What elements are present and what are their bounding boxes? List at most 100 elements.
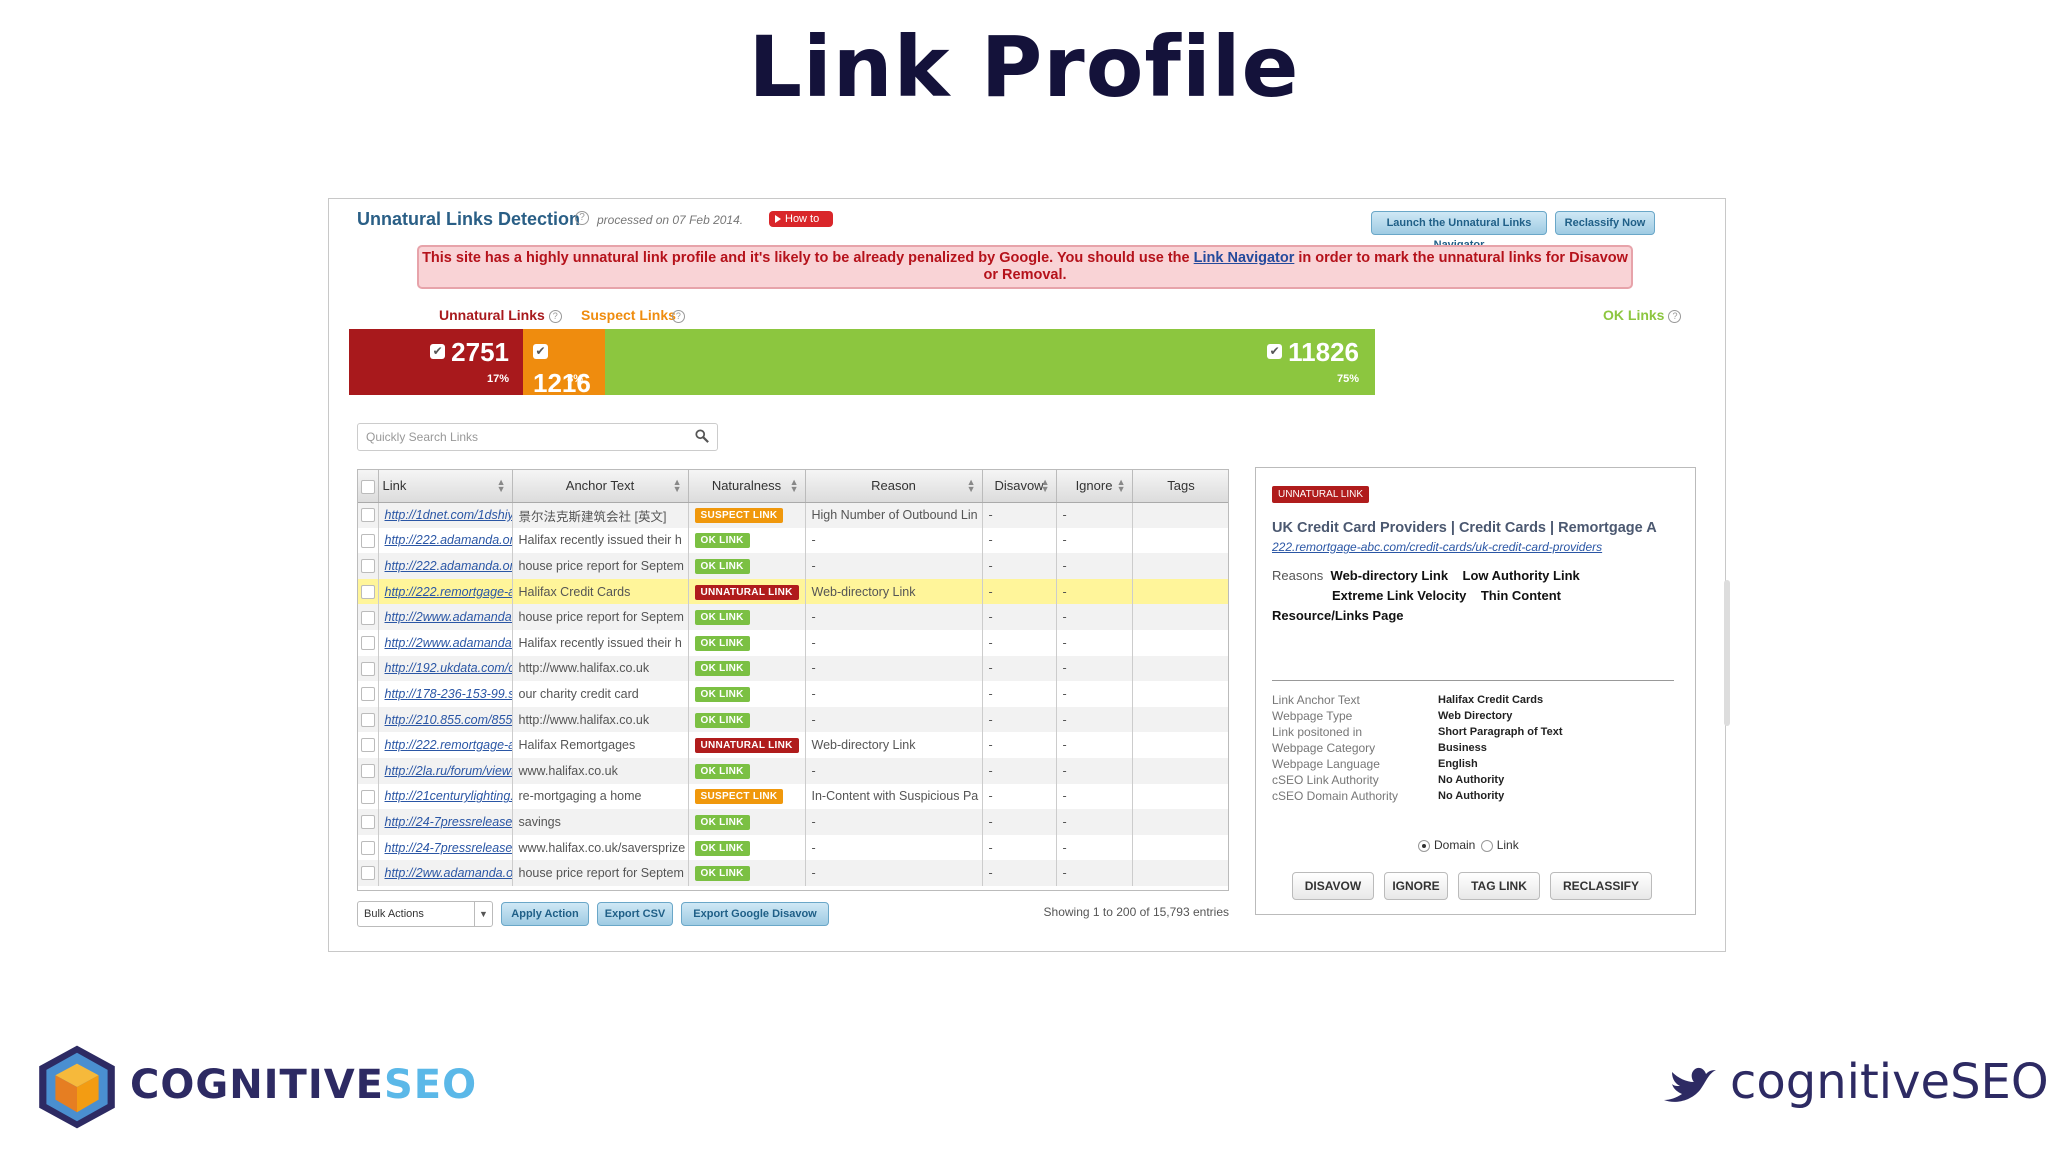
row-checkbox[interactable] [360, 636, 375, 651]
table-row[interactable]: http://2ww.adamanda.org/exhouse price re… [358, 860, 1228, 886]
table-row[interactable]: http://2www.adamanda.org/iHalifax recent… [358, 629, 1228, 656]
row-anchor-text: house price report for Septem [512, 553, 689, 579]
checkbox-icon[interactable]: ✔ [533, 343, 548, 359]
suspect-links-label: Suspect Links? [581, 307, 685, 323]
row-checkbox[interactable] [360, 764, 375, 779]
table-row[interactable]: http://222.adamanda.org/infchouse price … [358, 553, 1228, 579]
row-checkbox[interactable] [360, 661, 375, 676]
reclassify-now-button[interactable]: Reclassify Now [1555, 211, 1655, 235]
table-row[interactable]: http://210.855.com/8550237http://www.hal… [358, 706, 1228, 733]
col-disavow[interactable]: Disavow ▲ ▼ [982, 470, 1057, 503]
table-row[interactable]: http://222.adamanda.org/infcHalifax rece… [358, 527, 1228, 554]
suspect-links-bar[interactable]: ✔1216 8% [523, 329, 605, 398]
col-tags[interactable]: Tags [1132, 470, 1228, 503]
reason-item: Low Authority Link [1462, 568, 1580, 583]
row-checkbox[interactable] [360, 840, 375, 855]
table-row[interactable]: http://178-236-153-99.serverour charity … [358, 681, 1228, 707]
table-row[interactable]: http://192.ukdata.com/compahttp://www.ha… [358, 655, 1228, 682]
scrollbar[interactable] [1724, 580, 1730, 726]
row-link[interactable]: http://21centurylighting.com [378, 783, 513, 810]
col-link[interactable]: Link ▲ ▼ [378, 470, 513, 503]
row-checkbox[interactable] [360, 508, 375, 523]
row-link[interactable]: http://1dnet.com/1dshiyongc [378, 502, 513, 528]
row-link[interactable]: http://24-7pressrelease.com [378, 809, 513, 835]
help-icon[interactable]: ? [1668, 309, 1682, 323]
info-value: No Authority [1438, 774, 1505, 786]
ok-links-bar[interactable]: ✔ 11826 75% [605, 329, 1375, 395]
search-input[interactable]: Quickly Search Links [357, 423, 718, 451]
row-link[interactable]: http://24-7pressrelease.com [378, 834, 513, 861]
help-icon[interactable]: ? [671, 309, 685, 323]
apply-action-button[interactable]: Apply Action [501, 902, 589, 926]
row-cell: OK LINK [688, 809, 806, 835]
col-reason[interactable]: Reason ▲ ▼ [805, 470, 983, 503]
select-all-checkbox[interactable] [358, 470, 379, 503]
naturalness-badge: OK LINK [694, 610, 750, 626]
row-checkbox[interactable] [360, 559, 375, 574]
naturalness-badge: OK LINK [694, 712, 750, 728]
table-row[interactable]: http://2la.ru/forum/viewtopic.www.halifa… [358, 757, 1228, 784]
launch-navigator-button[interactable]: Launch the Unnatural Links Navigator [1371, 211, 1547, 251]
info-key: Webpage Category [1272, 741, 1376, 755]
col-anchor-text[interactable]: Anchor Text ▲ ▼ [512, 470, 689, 503]
table-row[interactable]: http://1dnet.com/1dshiyongc景尔法克斯建筑会社 [英文… [358, 502, 1228, 528]
detail-info-row: cSEO Link Authority No Authority [1272, 772, 1562, 788]
table-row[interactable]: http://2www.adamanda.org/ihouse price re… [358, 604, 1228, 630]
link-navigator-link[interactable]: Link Navigator [1194, 250, 1295, 266]
row-link[interactable]: http://222.adamanda.org/infc [378, 527, 513, 554]
detail-url-link[interactable]: 222.remortgage-abc.com/credit-cards/uk-c… [1272, 540, 1602, 554]
table-row[interactable]: http://24-7pressrelease.comwww.halifax.c… [358, 834, 1228, 861]
row-link[interactable]: http://2la.ru/forum/viewtopic. [378, 757, 513, 784]
row-link[interactable]: http://222.remortgage-abc.cc [378, 732, 513, 758]
row-checkbox[interactable] [360, 584, 375, 599]
naturalness-badge: OK LINK [694, 661, 750, 677]
naturalness-badge: OK LINK [694, 866, 750, 882]
row-checkbox[interactable] [360, 610, 375, 625]
export-csv-button[interactable]: Export CSV [597, 902, 673, 926]
row-checkbox[interactable] [360, 533, 375, 548]
checkbox-icon[interactable]: ✔ [430, 343, 446, 359]
row-cell [358, 706, 379, 733]
row-link[interactable]: http://210.855.com/8550237 [378, 706, 513, 733]
col-naturalness[interactable]: Naturalness ▲ ▼ [688, 470, 806, 503]
row-anchor-text: our charity credit card [512, 681, 689, 707]
row-checkbox[interactable] [360, 815, 375, 830]
row-link[interactable]: http://2www.adamanda.org/i [378, 629, 513, 656]
info-key: cSEO Link Authority [1272, 773, 1379, 787]
unnatural-links-bar[interactable]: ✔ 2751 17% [349, 329, 523, 395]
row-link[interactable]: http://2www.adamanda.org/i [378, 604, 513, 630]
row-checkbox[interactable] [360, 738, 375, 753]
row-link[interactable]: http://192.ukdata.com/compa [378, 655, 513, 682]
export-disavow-button[interactable]: Export Google Disavow [681, 902, 829, 926]
row-anchor-text: 景尔法克斯建筑会社 [英文] [512, 502, 689, 528]
row-link[interactable]: http://222.remortgage-abc.cc [378, 578, 513, 605]
row-checkbox[interactable] [360, 687, 375, 702]
help-icon[interactable]: ? [575, 211, 589, 225]
help-icon[interactable]: ? [548, 309, 562, 323]
row-ignore: - [1056, 860, 1133, 886]
checkbox-icon[interactable]: ✔ [1267, 343, 1283, 359]
row-checkbox[interactable] [360, 712, 375, 727]
radio-link[interactable] [1480, 839, 1493, 852]
row-link[interactable]: http://2ww.adamanda.org/ex [378, 860, 513, 886]
row-checkbox[interactable] [360, 866, 375, 881]
tag-link-button[interactable]: TAG LINK [1458, 872, 1540, 900]
row-link[interactable]: http://222.adamanda.org/infc [378, 553, 513, 579]
bulk-actions-select[interactable]: Bulk Actions ▼ [357, 901, 493, 927]
bird-icon [1664, 1067, 1716, 1102]
radio-domain[interactable] [1418, 839, 1430, 852]
row-link[interactable]: http://178-236-153-99.server [378, 681, 513, 707]
table-row[interactable]: http://21centurylighting.comre-mortgagin… [358, 783, 1228, 810]
row-checkbox[interactable] [360, 789, 375, 804]
ignore-button[interactable]: IGNORE [1384, 872, 1448, 900]
reclassify-button[interactable]: RECLASSIFY [1550, 872, 1652, 900]
col-ignore[interactable]: Ignore ▲ ▼ [1056, 470, 1133, 503]
table-row[interactable]: http://222.remortgage-abc.ccHalifax Remo… [358, 732, 1228, 758]
sort-icon: ▲ ▼ [496, 477, 506, 494]
table-row[interactable]: http://222.remortgage-abc.ccHalifax Cred… [358, 578, 1228, 605]
disavow-button[interactable]: DISAVOW [1292, 872, 1374, 900]
search-icon[interactable] [695, 429, 709, 443]
howto-button[interactable]: How to [769, 211, 833, 227]
sort-icon: ▲ ▼ [966, 477, 976, 494]
table-row[interactable]: http://24-7pressrelease.comsavings OK LIN… [358, 809, 1228, 835]
